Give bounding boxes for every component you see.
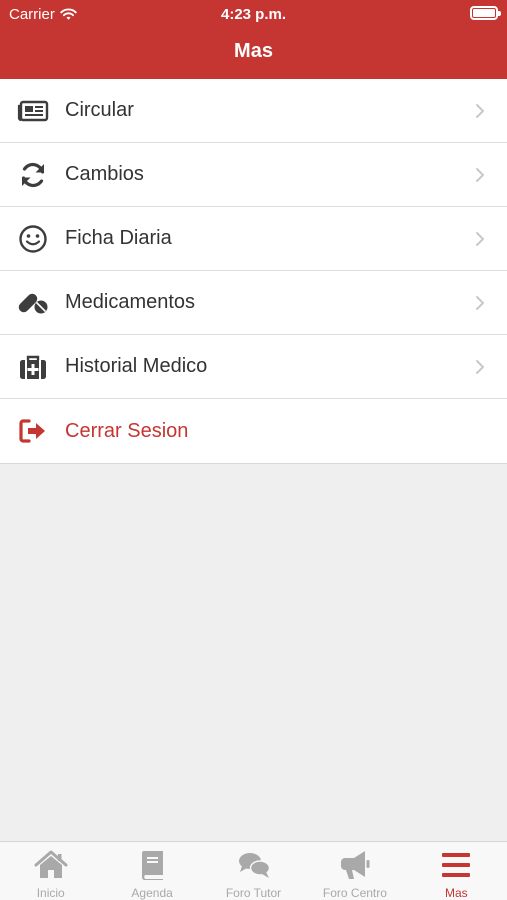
- menu-item-ficha-diaria[interactable]: Ficha Diaria: [0, 207, 507, 271]
- menu-item-cerrar-sesion[interactable]: Cerrar Sesion: [0, 399, 507, 463]
- menu-item-label: Ficha Diaria: [65, 227, 172, 249]
- menu-item-label: Cerrar Sesion: [65, 419, 189, 442]
- chevron-right-icon: [476, 103, 484, 118]
- status-time: 4:23 p.m.: [220, 6, 287, 23]
- more-menu-list: Circular Cambios Ficha Diaria Medicament…: [0, 79, 507, 464]
- menu-item-circular[interactable]: Circular: [0, 79, 507, 143]
- tab-label: Foro Tutor: [225, 886, 282, 900]
- book-icon: [142, 851, 164, 880]
- tab-agenda[interactable]: Agenda: [101, 842, 202, 900]
- chevron-right-icon: [476, 295, 484, 310]
- tab-label: Foro Centro: [322, 886, 387, 900]
- menu-item-label: Circular: [65, 99, 134, 121]
- tab-inicio[interactable]: Inicio: [0, 842, 101, 900]
- menu-item-label: Medicamentos: [65, 291, 196, 313]
- chevron-right-icon: [476, 167, 484, 182]
- home-icon: [34, 850, 68, 878]
- pills-icon: [17, 287, 49, 319]
- menu-item-label: Cambios: [65, 163, 144, 185]
- menu-item-historial-medico[interactable]: Historial Medico: [0, 335, 507, 399]
- chevron-right-icon: [476, 231, 484, 246]
- tab-foro-centro[interactable]: Foro Centro: [304, 842, 405, 900]
- menu-item-cambios[interactable]: Cambios: [0, 143, 507, 207]
- smiley-icon: [17, 223, 49, 255]
- sign-out-icon: [17, 415, 49, 447]
- tab-foro-tutor[interactable]: Foro Tutor: [203, 842, 304, 900]
- chevron-right-icon: [476, 359, 484, 374]
- tab-label: Mas: [444, 886, 468, 900]
- menu-icon: [442, 853, 471, 877]
- status-bar: Carrier 4:23 p.m.: [0, 0, 507, 28]
- medkit-icon: [17, 351, 49, 383]
- chat-bubbles-icon: [238, 853, 270, 878]
- menu-item-medicamentos[interactable]: Medicamentos: [0, 271, 507, 335]
- refresh-icon: [17, 159, 49, 191]
- battery-icon: [470, 6, 501, 20]
- tab-bar: Inicio Agenda Foro Tutor Foro Centro Mas: [0, 841, 507, 900]
- app-header: Carrier 4:23 p.m. Mas: [0, 0, 507, 79]
- menu-item-label: Historial Medico: [65, 355, 208, 377]
- page-title: Mas: [234, 40, 273, 62]
- tab-label: Inicio: [36, 886, 65, 900]
- megaphone-icon: [340, 851, 370, 879]
- tab-mas[interactable]: Mas: [406, 842, 507, 900]
- tab-label: Agenda: [131, 886, 173, 900]
- newspaper-icon: [17, 95, 49, 127]
